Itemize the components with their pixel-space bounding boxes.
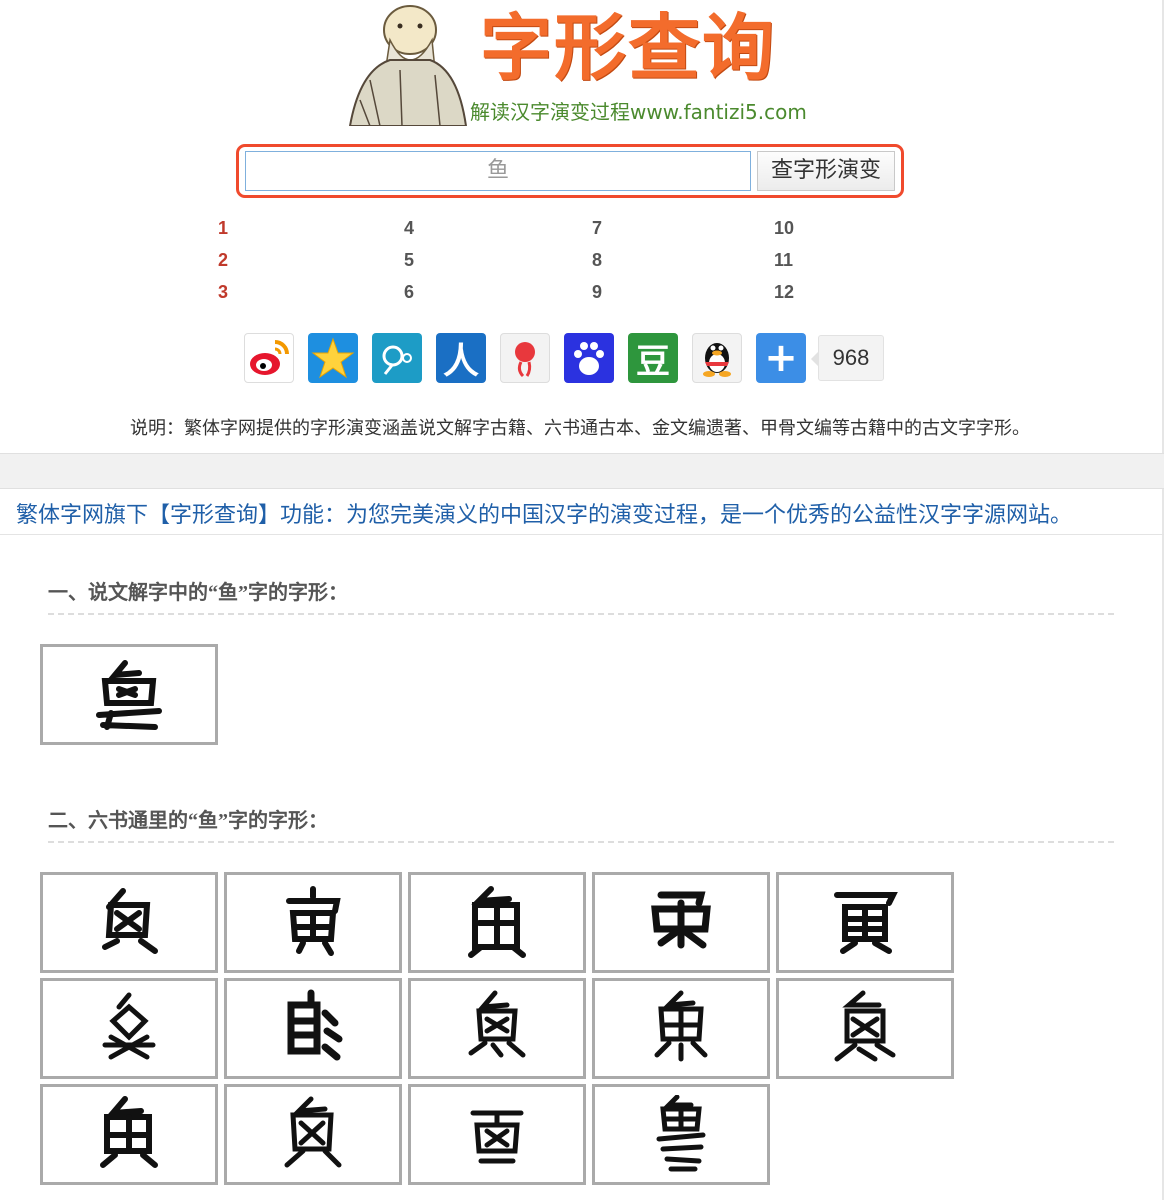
seal-glyph-image[interactable] [408, 872, 586, 973]
number-link[interactable]: 11 [774, 250, 793, 271]
gray-band [0, 453, 1164, 489]
site-logo[interactable]: 字形查询 解读汉字演变过程www.fantizi5.com [340, 0, 820, 128]
description-text: 说明：繁体字网提供的字形演变涵盖说文解字古籍、六书通古本、金文编遗著、甲骨文编等… [130, 418, 1030, 438]
seal-glyph-image[interactable] [40, 1084, 218, 1185]
seal-glyph-image[interactable] [776, 872, 954, 973]
more-icon[interactable]: + [756, 333, 806, 383]
number-link[interactable]: 7 [592, 218, 602, 239]
number-link[interactable]: 12 [774, 282, 794, 303]
seal-glyph-image[interactable] [408, 1084, 586, 1185]
seal-glyph-image[interactable] [592, 872, 770, 973]
seal-glyph-image[interactable] [592, 978, 770, 1079]
sage-portrait-icon [340, 0, 470, 126]
number-link[interactable]: 3 [218, 282, 228, 303]
number-link[interactable]: 1 [218, 218, 228, 239]
section-title-shuowen: 一、说文解字中的“鱼”字的字形： [48, 576, 1114, 615]
baidu-icon[interactable] [564, 333, 614, 383]
number-link[interactable]: 2 [218, 250, 228, 271]
seal-glyph-image[interactable] [776, 978, 954, 1079]
seal-glyph-image[interactable] [40, 644, 218, 745]
seal-glyph-image[interactable] [224, 978, 402, 1079]
renren-icon[interactable]: 人 [436, 333, 486, 383]
number-link[interactable]: 10 [774, 218, 794, 239]
seal-glyph-image[interactable] [224, 872, 402, 973]
search-button[interactable]: 查字形演变 [757, 151, 895, 191]
seal-glyph-image[interactable] [40, 872, 218, 973]
number-link[interactable]: 5 [404, 250, 414, 271]
seal-glyph-image[interactable] [592, 1084, 770, 1185]
weibo-icon[interactable] [244, 333, 294, 383]
number-link[interactable]: 4 [404, 218, 414, 239]
seal-glyph-image[interactable] [224, 1084, 402, 1185]
douban-icon[interactable]: 豆 [628, 333, 678, 383]
search-input[interactable]: 鱼 [245, 151, 751, 191]
seal-glyph-image[interactable] [40, 978, 218, 1079]
logo-title: 字形查询 [480, 6, 777, 90]
kaixin-icon[interactable] [500, 333, 550, 383]
number-link[interactable]: 6 [404, 282, 414, 303]
number-link[interactable]: 9 [592, 282, 602, 303]
number-links-grid: 1 2 3 4 5 6 7 8 9 10 11 12 [0, 214, 1164, 310]
number-link[interactable]: 8 [592, 250, 602, 271]
logo-subtitle: 解读汉字演变过程www.fantizi5.com [470, 100, 807, 124]
section-title-liushutong: 二、六书通里的“鱼”字的字形： [48, 804, 1114, 843]
share-count: 968 [811, 335, 884, 381]
divider [0, 534, 1164, 535]
qzone-icon[interactable] [308, 333, 358, 383]
seal-glyph-image[interactable] [408, 978, 586, 1079]
qq-icon[interactable] [692, 333, 742, 383]
tencent-weibo-icon[interactable] [372, 333, 422, 383]
slogan-text: 繁体字网旗下【字形查询】功能：为您完美演义的中国汉字的演变过程，是一个优秀的公益… [16, 502, 1073, 527]
search-form: 鱼 查字形演变 [236, 144, 904, 198]
